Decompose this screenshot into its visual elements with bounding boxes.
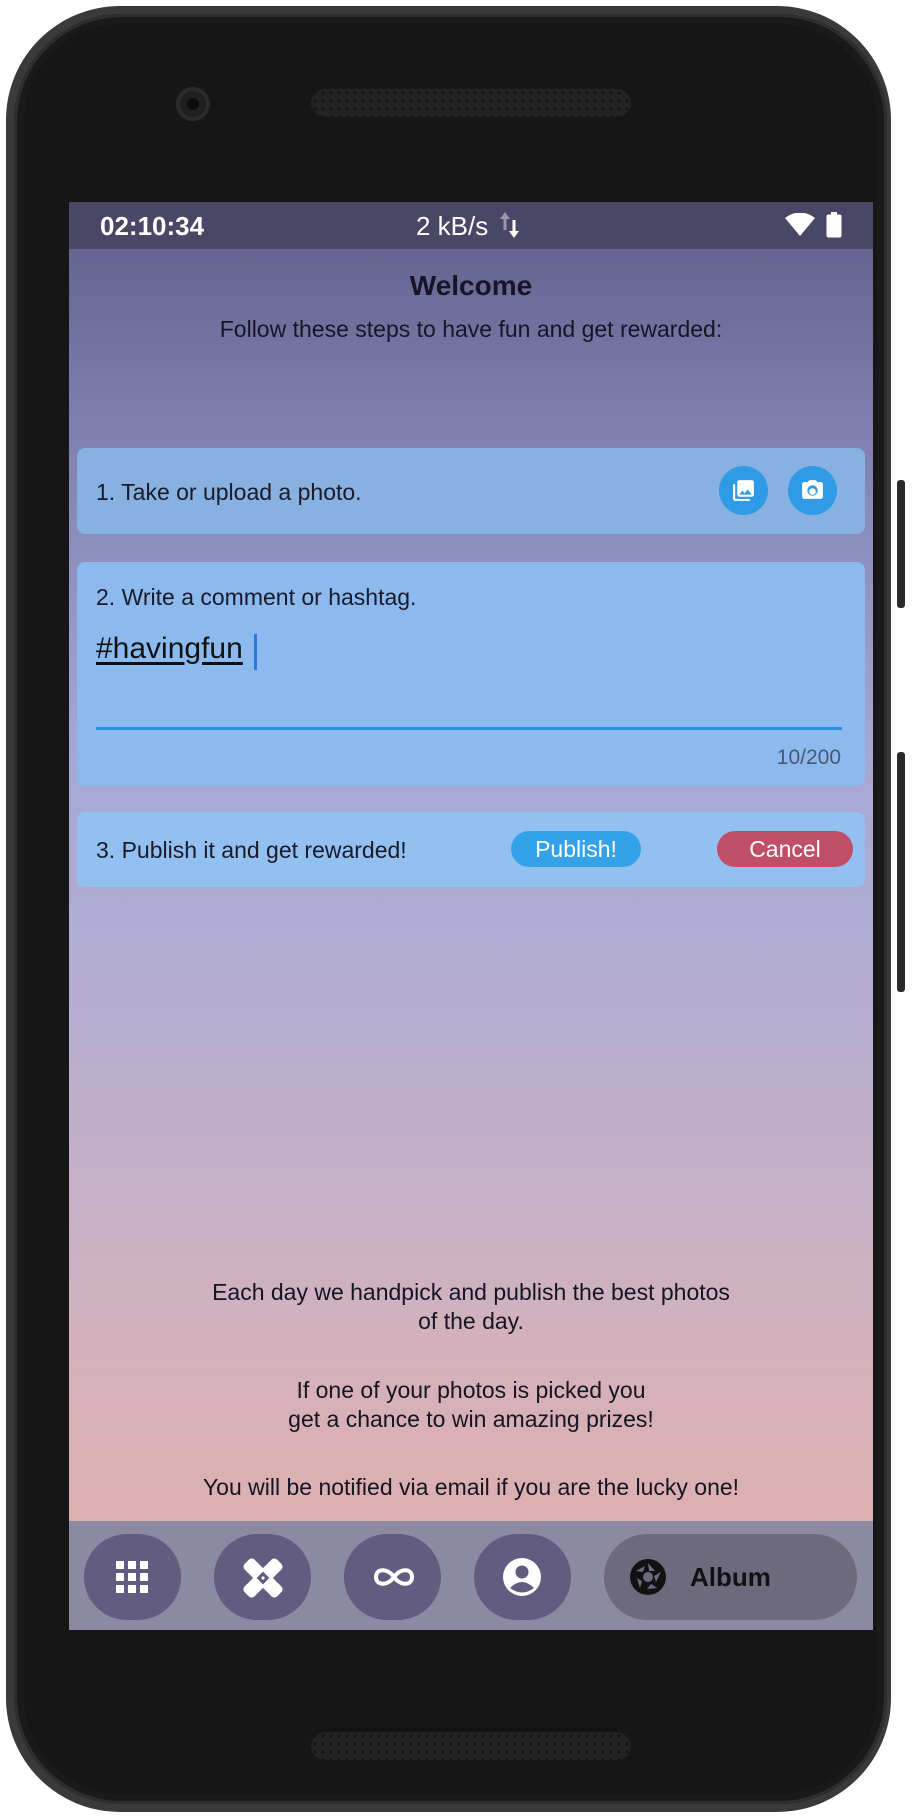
aperture-icon — [630, 1559, 666, 1595]
page-title: Welcome — [409, 270, 533, 301]
info-line: get a chance to win amazing prizes! — [288, 1406, 654, 1432]
apps-grid-icon — [116, 1561, 148, 1593]
page-subtitle: Follow these steps to have fun and get r… — [219, 316, 723, 342]
infinity-icon — [373, 1568, 415, 1586]
camera-icon — [802, 480, 823, 499]
bandage-icon — [243, 1558, 283, 1598]
app-screen: 02:10:34 2 kB/s Welcome Follow these ste… — [69, 202, 873, 1630]
nav-album-button[interactable]: Album — [604, 1534, 857, 1620]
data-arrows-icon — [499, 210, 521, 247]
power-button — [897, 480, 905, 608]
status-bar: 02:10:34 2 kB/s — [69, 202, 873, 249]
character-counter: 10/200 — [776, 746, 841, 769]
info-line: If one of your photos is picked you — [296, 1377, 646, 1403]
step-publish-label: 3. Publish it and get rewarded! — [96, 837, 407, 863]
cancel-button[interactable]: Cancel — [717, 831, 853, 867]
nav-account-button[interactable] — [474, 1534, 571, 1620]
step-comment-label: 2. Write a comment or hashtag. — [96, 584, 417, 610]
status-time: 02:10:34 — [100, 211, 205, 241]
nav-apps-button[interactable] — [84, 1534, 181, 1620]
info-line: Each day we handpick and publish the bes… — [212, 1279, 730, 1305]
info-line: of the day. — [418, 1308, 524, 1334]
bottom-navigation: Album — [69, 1521, 873, 1630]
gallery-icon — [733, 480, 754, 501]
network-speed: 2 kB/s — [416, 211, 489, 241]
wifi-icon — [785, 212, 815, 242]
info-paragraph-prizes: If one of your photos is picked you get … — [69, 1376, 873, 1434]
info-paragraph-notify: You will be notified via email if you ar… — [202, 1474, 740, 1500]
step-upload-card: 1. Take or upload a photo. — [77, 448, 865, 534]
gallery-button[interactable] — [719, 466, 768, 515]
input-underline — [96, 727, 842, 730]
publish-button[interactable]: Publish! — [511, 831, 641, 867]
battery-icon — [826, 212, 842, 243]
comment-input[interactable]: #havingfun — [96, 632, 243, 666]
nav-bandage-button[interactable] — [214, 1534, 311, 1620]
step-upload-label: 1. Take or upload a photo. — [96, 479, 362, 505]
earpiece-speaker — [311, 89, 631, 117]
device-body: 02:10:34 2 kB/s Welcome Follow these ste… — [14, 14, 887, 1804]
account-icon — [503, 1558, 541, 1596]
info-paragraph-daily: Each day we handpick and publish the bes… — [69, 1278, 873, 1336]
step-publish-card: 3. Publish it and get rewarded! Publish!… — [77, 812, 865, 887]
nav-infinity-button[interactable] — [344, 1534, 441, 1620]
album-label: Album — [690, 1562, 771, 1592]
text-cursor — [254, 634, 257, 670]
volume-button — [897, 752, 905, 992]
bottom-speaker — [311, 1732, 631, 1760]
front-camera — [176, 87, 210, 121]
camera-button[interactable] — [788, 466, 837, 515]
step-comment-card: 2. Write a comment or hashtag. #havingfu… — [77, 562, 865, 786]
